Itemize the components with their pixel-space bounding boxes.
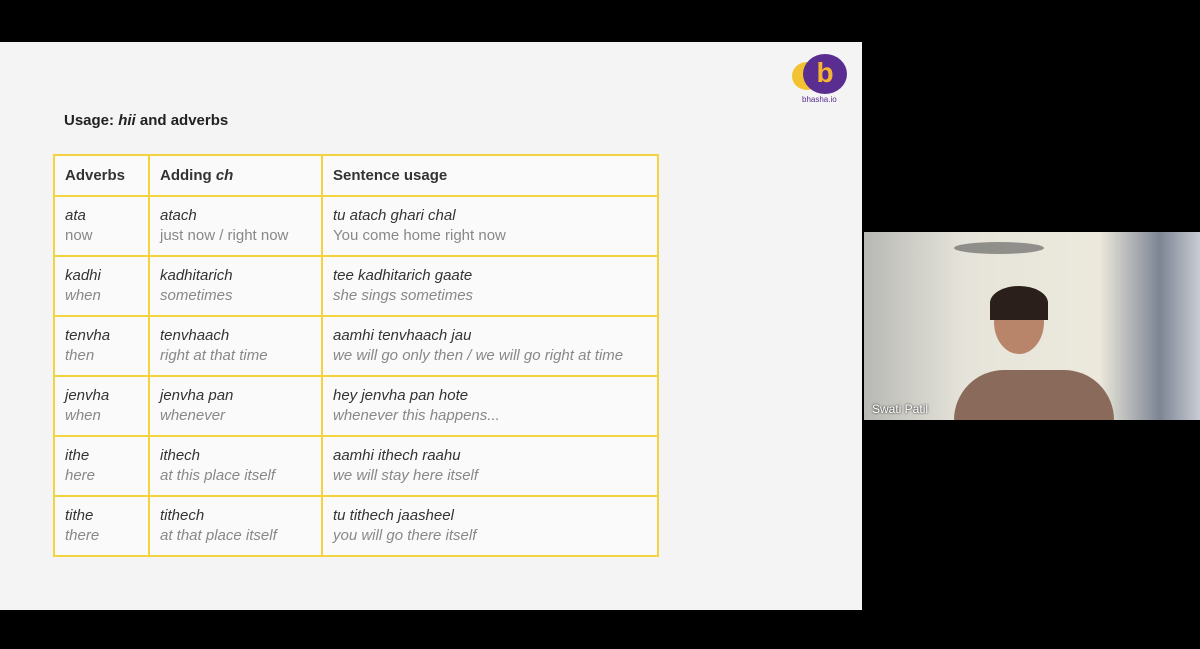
adverb-cell: ata now <box>53 195 150 257</box>
ch-form: atach <box>160 207 197 224</box>
header-adding-prefix: Adding <box>160 167 216 184</box>
ch-translation: sometimes <box>160 287 233 304</box>
table-row: ata now atach just now / right now tu atach … <box>53 195 659 257</box>
adverb-translation: when <box>65 407 101 424</box>
adverb: kadhi <box>65 267 101 284</box>
sentence-translation: she sings sometimes <box>333 287 474 304</box>
ch-translation: whenever <box>160 407 226 424</box>
adverb-cell: tithe there <box>53 495 150 557</box>
sentence-translation: whenever this happens... <box>333 407 500 424</box>
table-row: tithe there tithech at that place itself tu … <box>53 495 659 557</box>
ch-form: tenvhaach <box>160 327 230 344</box>
header-adding-ch: Adding ch <box>148 154 323 197</box>
table-header-row: Adverbs Adding ch Sentence usage <box>53 154 659 197</box>
sentence: tu tithech jaasheel <box>333 507 454 524</box>
person-hair <box>990 286 1048 320</box>
participant-name: Swati Patil <box>872 402 929 416</box>
sentence-translation: we will stay here itself <box>333 467 479 484</box>
sentence-cell: aamhi ithech raahu we will stay here itse… <box>321 435 659 497</box>
title-italic: hii <box>118 112 136 129</box>
adverb-translation: when <box>65 287 101 304</box>
adverb-translation: there <box>65 527 100 544</box>
sentence: tee kadhitarich gaate <box>333 267 473 284</box>
adverb-cell: kadhi when <box>53 255 150 317</box>
header-sentence-usage: Sentence usage <box>321 154 659 197</box>
table-row: tenvha then tenvhaach right at that time aam… <box>53 315 659 377</box>
adding-ch-cell: tenvhaach right at that time <box>148 315 323 377</box>
logo-purple-bubble: b <box>803 54 847 94</box>
adverb-translation: now <box>65 227 93 244</box>
ch-translation: at this place itself <box>160 467 276 484</box>
table-row: jenvha when jenvha pan whenever hey jenvha p… <box>53 375 659 437</box>
adding-ch-cell: tithech at that place itself <box>148 495 323 557</box>
ch-form: kadhitarich <box>160 267 233 284</box>
sentence-cell: tee kadhitarich gaate she sings sometimes <box>321 255 659 317</box>
table-row: kadhi when kadhitarich sometimes tee kadhita… <box>53 255 659 317</box>
title-prefix: Usage: <box>64 112 119 129</box>
sentence: tu atach ghari chal <box>333 207 456 224</box>
adverb-translation: here <box>65 467 96 484</box>
sentence-translation: we will go only then / we will go right … <box>333 347 624 364</box>
sentence: aamhi tenvhaach jau <box>333 327 472 344</box>
sentence: hey jenvha pan hote <box>333 387 469 404</box>
adverb: jenvha <box>65 387 110 404</box>
sentence-cell: tu atach ghari chal You come home right n… <box>321 195 659 257</box>
ch-translation: at that place itself <box>160 527 277 544</box>
header-adding-italic: ch <box>215 167 234 184</box>
ch-form: ithech <box>160 447 201 464</box>
presentation-slide: Usage: hii and adverbs b bhasha.io Adver… <box>0 42 862 610</box>
sentence-translation: you will go there itself <box>333 527 477 544</box>
sentence-cell: hey jenvha pan hote whenever this happens… <box>321 375 659 437</box>
ceiling-fan <box>954 242 1044 254</box>
adding-ch-cell: ithech at this place itself <box>148 435 323 497</box>
sentence-cell: aamhi tenvhaach jau we will go only then … <box>321 315 659 377</box>
ch-form: tithech <box>160 507 205 524</box>
adverb: tenvha <box>65 327 111 344</box>
person-body <box>954 370 1114 420</box>
adverb-translation: then <box>65 347 95 364</box>
adverb: ithe <box>65 447 90 464</box>
adding-ch-cell: jenvha pan whenever <box>148 375 323 437</box>
logo-text: bhasha.io <box>802 95 837 104</box>
ch-form: jenvha pan <box>160 387 234 404</box>
adverb-cell: jenvha when <box>53 375 150 437</box>
adding-ch-cell: atach just now / right now <box>148 195 323 257</box>
slide-title: Usage: hii and adverbs <box>64 112 228 129</box>
title-suffix: and adverbs <box>135 112 229 129</box>
table-row: ithe here ithech at this place itself aamhi … <box>53 435 659 497</box>
sentence-cell: tu tithech jaasheel you will go there its… <box>321 495 659 557</box>
sentence: aamhi ithech raahu <box>333 447 461 464</box>
adding-ch-cell: kadhitarich sometimes <box>148 255 323 317</box>
bhasha-logo: b bhasha.io <box>790 52 852 110</box>
adverb: ata <box>65 207 86 224</box>
sentence-translation: You come home right now <box>333 227 506 244</box>
participant-figure <box>954 286 1114 420</box>
header-adverbs: Adverbs <box>53 154 150 197</box>
adverb-cell: tenvha then <box>53 315 150 377</box>
adverbs-table: Adverbs Adding ch Sentence usage ata now a… <box>53 154 659 557</box>
participant-video[interactable]: Swati Patil <box>864 232 1200 420</box>
adverb-cell: ithe here <box>53 435 150 497</box>
ch-translation: right at that time <box>160 347 268 364</box>
ch-translation: just now / right now <box>160 227 289 244</box>
adverb: tithe <box>65 507 94 524</box>
